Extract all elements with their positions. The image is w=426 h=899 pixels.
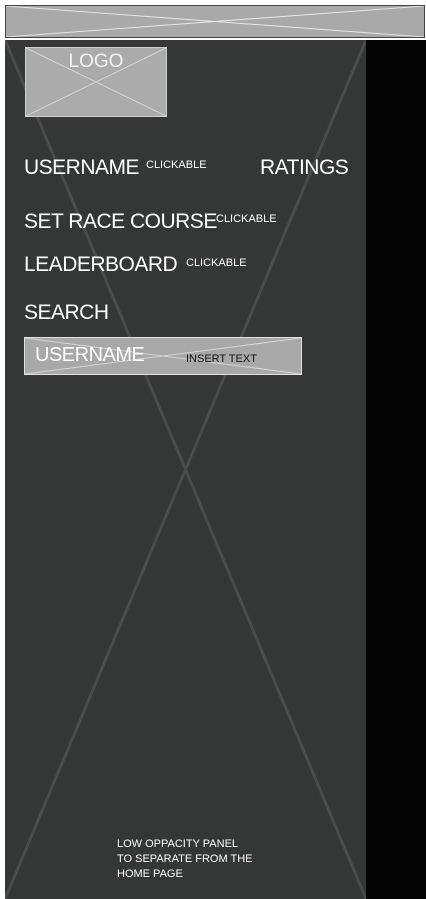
panel-annotation-line: TO SEPARATE FROM THE <box>117 853 253 865</box>
panel-annotation-line: HOME PAGE <box>117 868 183 880</box>
background-strip <box>366 40 426 899</box>
ratings-link[interactable]: RATINGS <box>260 156 349 180</box>
search-label: SEARCH <box>24 301 109 324</box>
set-race-course-link[interactable]: SET RACE COURSE <box>24 210 217 234</box>
leaderboard-clickable-note: CLICKABLE <box>186 257 247 269</box>
logo-placeholder: LOGO <box>25 47 167 117</box>
top-bar-placeholder <box>5 5 425 38</box>
search-username-input[interactable] <box>35 344 185 367</box>
set-race-course-clickable-note: CLICKABLE <box>216 213 277 225</box>
username-link[interactable]: USERNAME <box>24 156 140 180</box>
side-panel: LOGO USERNAME CLICKABLE RATINGS SET RACE… <box>5 40 366 899</box>
search-box: INSERT TEXT <box>24 337 302 375</box>
logo-label: LOGO <box>68 51 124 72</box>
leaderboard-link[interactable]: LEADERBOARD <box>24 253 178 277</box>
search-hint: INSERT TEXT <box>186 353 257 365</box>
panel-annotation-line: LOW OPPACITY PANEL <box>117 838 239 850</box>
username-clickable-note: CLICKABLE <box>146 159 207 171</box>
placeholder-cross-icon <box>6 6 424 37</box>
panel-annotation: LOW OPPACITY PANEL TO SEPARATE FROM THE … <box>117 837 287 882</box>
